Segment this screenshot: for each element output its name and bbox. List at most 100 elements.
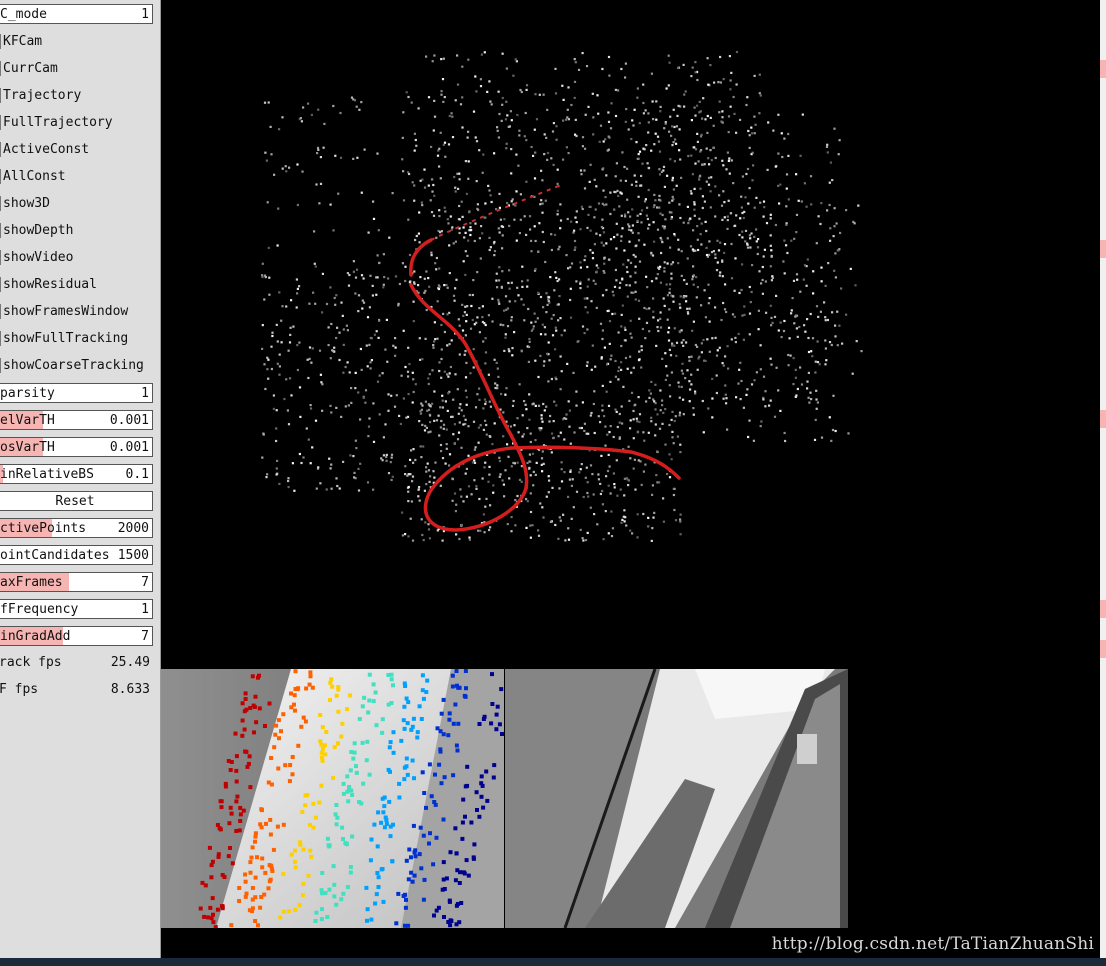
cloud-point (440, 58, 443, 61)
c-mode-field[interactable]: C_mode 1 (0, 4, 153, 24)
cloud-point (411, 475, 415, 478)
cloud-point (575, 390, 578, 393)
checkbox-currcam[interactable]: CurrCam (0, 59, 153, 79)
slider-minrelativebs[interactable]: inRelativeBS 0.1 (0, 464, 153, 484)
slider-mingradadd[interactable]: inGradAdd 7 (0, 626, 153, 646)
cloud-point (545, 311, 548, 314)
cloud-point (429, 421, 432, 424)
cloud-point (745, 172, 748, 176)
slider-maxframes[interactable]: axFrames 7 (0, 572, 153, 592)
cloud-point (556, 213, 559, 216)
checkbox-showcoarsetracking[interactable]: showCoarseTracking (0, 356, 153, 376)
cloud-point (376, 380, 380, 383)
cloud-point (717, 249, 721, 252)
cloud-point (311, 347, 314, 350)
depth-point (421, 696, 426, 701)
reset-button[interactable]: Reset (0, 491, 153, 511)
slider-activepoints[interactable]: ctivePoints 2000 (0, 518, 153, 538)
cloud-point (677, 66, 680, 70)
depth-point (234, 768, 239, 773)
depth-point (259, 825, 264, 830)
cloud-point (652, 118, 655, 121)
cloud-point (541, 230, 544, 234)
cloud-point (565, 118, 568, 121)
cloud-point (425, 483, 428, 486)
cloud-point (621, 518, 624, 521)
cloud-point (600, 356, 603, 359)
depth-point (332, 745, 337, 750)
cloud-point (267, 101, 270, 104)
depth-point (314, 910, 319, 915)
depth-point (318, 713, 323, 717)
cloud-point (525, 84, 529, 87)
cloud-point (609, 212, 612, 216)
cloud-point (744, 229, 748, 232)
cloud-point (751, 264, 754, 267)
cloud-point (299, 415, 302, 418)
cloud-point (348, 371, 351, 374)
cloud-point (405, 91, 408, 94)
checkbox-kfcam[interactable]: KFCam (0, 32, 153, 52)
checkbox-activeconst[interactable]: ActiveConst (0, 140, 153, 160)
cloud-point (512, 461, 515, 464)
cloud-point (478, 149, 481, 152)
cloud-point (418, 337, 421, 340)
cloud-point (733, 315, 736, 318)
slider-posvarth[interactable]: osVarTH 0.001 (0, 437, 153, 457)
cloud-point (557, 435, 560, 438)
cloud-point (682, 221, 685, 224)
cloud-point (354, 276, 358, 279)
cloud-point (656, 228, 660, 231)
cloud-point (446, 373, 449, 376)
cloud-point (489, 504, 492, 507)
cloud-point (650, 380, 653, 383)
cloud-point (609, 238, 613, 241)
checkbox-showframeswindow[interactable]: showFramesWindow (0, 302, 153, 322)
cloud-point (810, 203, 813, 206)
cloud-point (329, 203, 332, 206)
cloud-point (637, 459, 640, 462)
cloud-point (281, 116, 284, 119)
cloud-point (707, 407, 710, 410)
cloud-point (429, 414, 432, 417)
cloud-point (530, 250, 533, 253)
cloud-point (544, 199, 547, 202)
depth-point (481, 805, 486, 810)
checkbox-fulltrajectory[interactable]: FullTrajectory (0, 113, 153, 133)
cloud-point (825, 359, 828, 362)
cloud-point (845, 209, 848, 212)
checkbox-allconst[interactable]: AllConst (0, 167, 153, 187)
slider-kffrequency[interactable]: fFrequency 1 (0, 599, 153, 619)
cloud-point (667, 339, 671, 342)
cloud-point (680, 176, 683, 179)
checkbox-showresidual[interactable]: showResidual (0, 275, 153, 295)
cloud-point (662, 520, 665, 523)
checkbox-trajectory[interactable]: Trajectory (0, 86, 153, 106)
cloud-point (430, 178, 434, 181)
cloud-point (832, 235, 835, 238)
cloud-point (747, 435, 750, 439)
cloud-point (460, 446, 463, 449)
cloud-point (826, 318, 829, 322)
slider-relvarth[interactable]: elVarTH 0.001 (0, 410, 153, 430)
cloud-point (635, 184, 638, 187)
depth-point (324, 730, 329, 734)
checkbox-showdepth[interactable]: showDepth (0, 221, 153, 241)
checkbox-showfulltracking[interactable]: showFullTracking (0, 329, 153, 349)
cloud-point (674, 138, 677, 141)
sparsity-field[interactable]: parsity 1 (0, 383, 153, 403)
checkbox-showvideo[interactable]: showVideo (0, 248, 153, 268)
cloud-point (300, 120, 303, 123)
pointcandidates-field[interactable]: ointCandidates 1500 (0, 545, 153, 565)
cloud-point (362, 396, 365, 399)
depth-point (384, 822, 389, 826)
cloud-point (643, 306, 646, 310)
cloud-point (472, 348, 475, 351)
cloud-point (628, 284, 631, 287)
cloud-point (372, 402, 375, 405)
cloud-point (621, 304, 624, 307)
checkbox-show3d[interactable]: show3D (0, 194, 153, 214)
cloud-point (601, 503, 604, 506)
cloud-point (658, 427, 662, 430)
point-cloud-3d-view[interactable] (161, 0, 1100, 669)
